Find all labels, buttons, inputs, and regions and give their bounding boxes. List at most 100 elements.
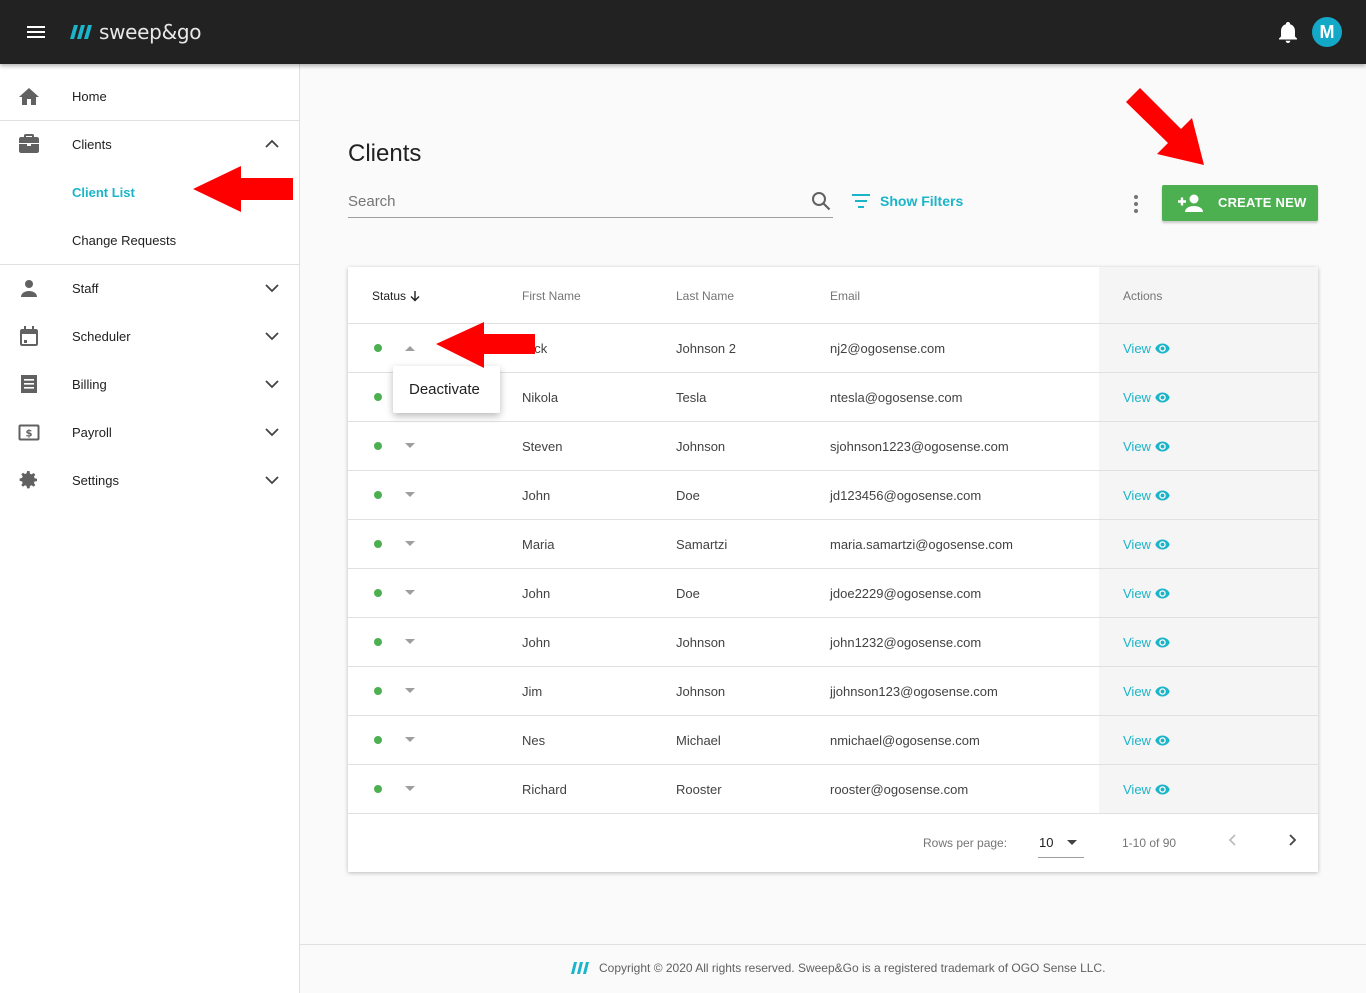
notifications-bell-icon[interactable] (1278, 20, 1298, 44)
first-name-cell: Nes (522, 733, 546, 748)
status-column-header[interactable]: Status (372, 289, 422, 303)
sidebar-subitem-label: Change Requests (72, 232, 177, 248)
first-name-cell: Steven (522, 439, 563, 454)
eye-icon (1155, 735, 1170, 746)
filter-icon (852, 194, 870, 208)
table-row: Jim Johnson jjohnson123@ogosense.com View (348, 667, 1318, 716)
status-header-label: Status (372, 289, 407, 303)
pagination-range: 1-10 of 90 (1122, 836, 1177, 850)
dropdown-arrow-icon (1067, 840, 1077, 845)
caret-down-icon[interactable] (404, 589, 416, 597)
view-button[interactable]: View (1123, 439, 1170, 454)
sidebar-item-billing[interactable]: Billing (0, 360, 299, 408)
show-filters-button[interactable]: Show Filters (851, 192, 963, 210)
active-status-dot (374, 442, 382, 450)
caret-down-icon[interactable] (404, 540, 416, 548)
view-button[interactable]: View (1123, 635, 1170, 650)
view-button[interactable]: View (1123, 684, 1170, 699)
caret-down-icon[interactable] (404, 491, 416, 499)
email-cell: jdoe2229@ogosense.com (830, 586, 982, 601)
table-row: John Doe jd123456@ogosense.com View (348, 471, 1318, 520)
deactivate-menu-item[interactable]: Deactivate (409, 381, 480, 398)
sidebar-item-settings[interactable]: Settings (0, 456, 299, 504)
view-button[interactable]: View (1123, 537, 1170, 552)
view-label: View (1123, 488, 1151, 503)
eye-icon (1155, 441, 1170, 452)
view-label: View (1123, 537, 1151, 552)
last-name-cell: Michael (676, 733, 721, 748)
table-row: Nes Michael nmichael@ogosense.com View (348, 716, 1318, 765)
active-status-dot (374, 589, 382, 597)
view-label: View (1123, 635, 1151, 650)
rows-per-page-select[interactable]: 10 (1038, 828, 1084, 858)
sweepgo-small-logo-icon (571, 961, 589, 974)
sidebar-item-label: Scheduler (72, 328, 131, 344)
last-name-cell: Rooster (676, 782, 722, 797)
last-name-column-header[interactable]: Last Name (676, 289, 734, 303)
sidebar-subitem-change-requests[interactable]: Change Requests (0, 216, 299, 264)
briefcase-icon (19, 134, 39, 153)
email-column-header[interactable]: Email (830, 289, 860, 303)
create-new-button[interactable]: CREATE NEW (1162, 185, 1318, 221)
eye-icon (1155, 343, 1170, 354)
sidebar-item-label: Settings (72, 472, 119, 488)
sidebar-item-clients[interactable]: Clients (0, 120, 299, 168)
caret-down-icon[interactable] (404, 785, 416, 793)
sidebar-item-home[interactable]: Home (0, 72, 299, 120)
eye-icon (1155, 784, 1170, 795)
last-name-cell: Johnson (676, 684, 726, 699)
chevron-down-icon (265, 428, 279, 437)
rows-per-page-value: 10 (1039, 835, 1054, 850)
first-name-column-header[interactable]: First Name (522, 289, 581, 303)
hamburger-menu-icon[interactable] (24, 20, 48, 44)
list-icon (21, 375, 37, 393)
sidebar-item-scheduler[interactable]: Scheduler (0, 312, 299, 360)
caret-down-icon[interactable] (404, 638, 416, 646)
view-button[interactable]: View (1123, 782, 1170, 797)
eye-icon (1155, 539, 1170, 550)
svg-text:$: $ (26, 429, 33, 440)
sidebar-item-payroll[interactable]: $ Payroll (0, 408, 299, 456)
chevron-left-icon[interactable] (1225, 832, 1241, 848)
sort-arrow-down-icon (410, 291, 420, 302)
last-name-cell: Doe (676, 586, 700, 601)
caret-down-icon[interactable] (404, 687, 416, 695)
home-icon (19, 88, 39, 105)
view-button[interactable]: View (1123, 586, 1170, 601)
more-options-icon[interactable] (1126, 192, 1146, 216)
gear-icon (19, 471, 37, 489)
active-status-dot (374, 736, 382, 744)
view-button[interactable]: View (1123, 341, 1170, 356)
last-name-cell: Doe (676, 488, 700, 503)
caret-down-icon[interactable] (404, 736, 416, 744)
eye-icon (1155, 588, 1170, 599)
caret-down-icon[interactable] (404, 442, 416, 450)
view-label: View (1123, 782, 1151, 797)
sidebar-item-staff[interactable]: Staff (0, 264, 299, 312)
create-new-label: CREATE NEW (1218, 195, 1307, 210)
view-button[interactable]: View (1123, 733, 1170, 748)
footer-divider (300, 944, 1366, 945)
caret-up-icon[interactable] (404, 344, 416, 352)
view-button[interactable]: View (1123, 390, 1170, 405)
active-status-dot (374, 540, 382, 548)
rows-per-page-label: Rows per page: (923, 836, 1008, 850)
first-name-cell: Maria (522, 537, 555, 552)
chevron-up-icon (265, 139, 279, 148)
email-cell: rooster@ogosense.com (830, 782, 969, 797)
sidebar-item-label: Clients (72, 136, 112, 152)
search-icon[interactable] (810, 190, 832, 212)
top-app-bar: sweep&go M (0, 0, 1366, 64)
view-button[interactable]: View (1123, 488, 1170, 503)
app-logo[interactable]: sweep&go (70, 18, 202, 46)
last-name-cell: Johnson (676, 635, 726, 650)
chevron-right-icon[interactable] (1284, 832, 1300, 848)
actions-column-header: Actions (1123, 289, 1163, 303)
view-label: View (1123, 390, 1151, 405)
view-label: View (1123, 439, 1151, 454)
email-cell: john1232@ogosense.com (830, 635, 982, 650)
sidebar-item-label: Billing (72, 376, 107, 392)
active-status-dot (374, 687, 382, 695)
user-avatar[interactable]: M (1312, 17, 1342, 47)
search-input[interactable] (348, 187, 788, 215)
